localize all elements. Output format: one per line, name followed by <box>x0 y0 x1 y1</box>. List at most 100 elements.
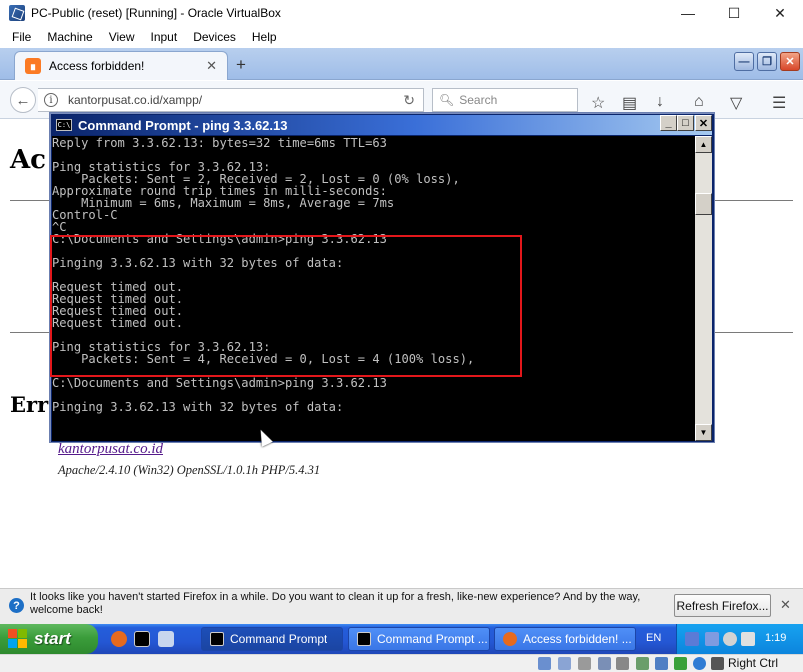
taskbar: start Command Prompt Command Prompt ... … <box>0 624 803 654</box>
optical-drive-icon[interactable] <box>558 657 571 670</box>
taskbar-button-label: Command Prompt <box>230 632 328 646</box>
home-icon[interactable]: ⌂ <box>694 93 704 111</box>
new-tab-icon[interactable]: + <box>236 55 246 75</box>
taskbar-button-label: Command Prompt ... <box>377 632 488 646</box>
start-label: start <box>34 629 71 648</box>
tab-label: Access forbidden! <box>49 59 145 73</box>
scroll-thumb[interactable] <box>695 193 712 215</box>
windows-flag-icon <box>8 629 28 649</box>
language-indicator[interactable]: EN <box>646 632 661 644</box>
back-icon[interactable]: ← <box>10 87 36 113</box>
pocket-icon[interactable]: ▽ <box>730 93 742 113</box>
url-text: kantorpusat.co.id/xampp/ <box>68 93 203 107</box>
taskbar-button-command-prompt-2[interactable]: Command Prompt ... <box>348 627 490 651</box>
firefox-notification-bar: ? It looks like you haven't started Fire… <box>0 588 803 624</box>
search-placeholder: Search <box>459 93 498 107</box>
safely-remove-icon[interactable] <box>741 632 755 646</box>
host-key-label: Right Ctrl <box>728 656 779 670</box>
vbox-menu-bar: File Machine View Input Devices Help <box>0 26 803 48</box>
notification-text: It looks like you haven't started Firefo… <box>30 591 641 616</box>
taskbar-button-command-prompt[interactable]: Command Prompt <box>201 627 343 651</box>
virtualbox-icon <box>9 5 25 21</box>
firefox-icon <box>503 632 517 646</box>
menu-input[interactable]: Input <box>143 30 186 44</box>
console-line: Reply from 3.3.62.13: bytes=32 time=6ms … <box>52 136 387 150</box>
menu-view[interactable]: View <box>101 30 143 44</box>
search-input[interactable]: 🔍︎ Search <box>432 88 578 112</box>
bookmark-star-icon[interactable]: ☆ <box>591 93 605 113</box>
audio-icon[interactable] <box>578 657 591 670</box>
cmd-title: Command Prompt - ping 3.3.62.13 <box>78 117 288 133</box>
menu-hamburger-icon[interactable]: ☰ <box>772 93 786 113</box>
network-adapter-icon[interactable] <box>598 657 611 670</box>
cmd-console[interactable]: Reply from 3.3.62.13: bytes=32 time=6ms … <box>52 136 695 441</box>
menu-help[interactable]: Help <box>244 30 285 44</box>
page-heading: Ac <box>10 145 47 175</box>
recording-icon[interactable] <box>674 657 687 670</box>
menu-file[interactable]: File <box>4 30 39 44</box>
display-icon[interactable] <box>705 632 719 646</box>
notification-close-icon[interactable]: ✕ <box>780 597 791 613</box>
page-subheading: Err <box>10 392 49 417</box>
cmd-title-bar[interactable]: C:\ Command Prompt - ping 3.3.62.13 <box>52 115 712 135</box>
window-title: PC-Public (reset) [Running] - Oracle Vir… <box>31 6 281 20</box>
console-line: Request timed out. <box>52 316 184 330</box>
server-info: Apache/2.4.10 (Win32) OpenSSL/1.0.1h PHP… <box>58 463 321 477</box>
console-line: C:\Documents and Settings\admin>ping 3.3… <box>52 232 387 246</box>
taskbar-button-firefox[interactable]: Access forbidden! ... <box>494 627 636 651</box>
search-icon: 🔍︎ <box>439 93 455 107</box>
reload-icon[interactable]: ↻ <box>403 92 415 109</box>
reading-list-icon[interactable]: ▤ <box>622 93 637 113</box>
guest-close-button[interactable]: ✕ <box>780 52 800 71</box>
info-icon[interactable]: i <box>44 93 58 107</box>
taskbar-button-label: Access forbidden! ... <box>523 632 632 646</box>
cmd-quicklaunch-icon[interactable] <box>134 631 150 647</box>
system-tray: 1:19 <box>676 624 803 654</box>
command-prompt-window[interactable]: C:\ Command Prompt - ping 3.3.62.13 _ □ … <box>49 112 715 443</box>
usb-icon[interactable] <box>616 657 629 670</box>
site-link[interactable]: kantorpusat.co.id <box>58 441 163 458</box>
guest-screen: ∎ Access forbidden! ✕ + — ❐ ✕ ← i kantor… <box>0 48 803 672</box>
volume-icon[interactable] <box>723 632 737 646</box>
cmd-minimize-button[interactable]: _ <box>660 115 677 131</box>
cmd-close-button[interactable]: ✕ <box>695 115 712 131</box>
close-button[interactable]: ✕ <box>757 0 803 26</box>
cpu-icon[interactable] <box>693 657 706 670</box>
vbox-title-bar: PC-Public (reset) [Running] - Oracle Vir… <box>0 0 803 26</box>
console-line: Pinging 3.3.62.13 with 32 bytes of data: <box>52 400 344 414</box>
xampp-favicon-icon: ∎ <box>25 58 41 74</box>
downloads-icon[interactable]: ↓ <box>656 93 664 111</box>
console-line: Pinging 3.3.62.13 with 32 bytes of data: <box>52 256 344 270</box>
console-line: Packets: Sent = 4, Received = 0, Lost = … <box>52 352 475 366</box>
refresh-firefox-button[interactable]: Refresh Firefox... <box>674 594 771 617</box>
explorer-quicklaunch-icon[interactable] <box>158 631 174 647</box>
cmd-scrollbar[interactable]: ▲ ▼ <box>695 136 712 441</box>
question-icon: ? <box>9 598 24 613</box>
mouse-integration-icon[interactable] <box>711 657 724 670</box>
start-button[interactable]: start <box>0 624 98 654</box>
clock: 1:19 <box>765 632 787 644</box>
tab-access-forbidden[interactable]: ∎ Access forbidden! ✕ <box>14 51 228 80</box>
cmd-icon <box>210 632 224 646</box>
shared-folders-icon[interactable] <box>636 657 649 670</box>
scroll-up-icon[interactable]: ▲ <box>695 136 712 153</box>
display-icon[interactable] <box>655 657 668 670</box>
vbox-status-bar: Right Ctrl <box>0 654 803 672</box>
url-bar[interactable]: i kantorpusat.co.id/xampp/ ↻ <box>38 88 424 112</box>
tab-close-icon[interactable]: ✕ <box>206 58 217 74</box>
firefox-quicklaunch-icon[interactable] <box>111 631 127 647</box>
guest-minimize-button[interactable]: — <box>734 52 754 71</box>
cmd-window-icon: C:\ <box>56 119 72 131</box>
firefox-tab-strip: ∎ Access forbidden! ✕ + — ❐ ✕ <box>0 48 803 80</box>
cmd-maximize-button[interactable]: □ <box>677 115 694 131</box>
scroll-down-icon[interactable]: ▼ <box>695 424 712 441</box>
guest-restore-button[interactable]: ❐ <box>757 52 777 71</box>
console-line: C:\Documents and Settings\admin>ping 3.3… <box>52 376 387 390</box>
harddisk-icon[interactable] <box>538 657 551 670</box>
network-icon[interactable] <box>685 632 699 646</box>
menu-machine[interactable]: Machine <box>39 30 100 44</box>
cmd-icon <box>357 632 371 646</box>
minimize-button[interactable]: — <box>665 0 711 26</box>
maximize-button[interactable]: ☐ <box>711 0 757 26</box>
menu-devices[interactable]: Devices <box>185 30 244 44</box>
